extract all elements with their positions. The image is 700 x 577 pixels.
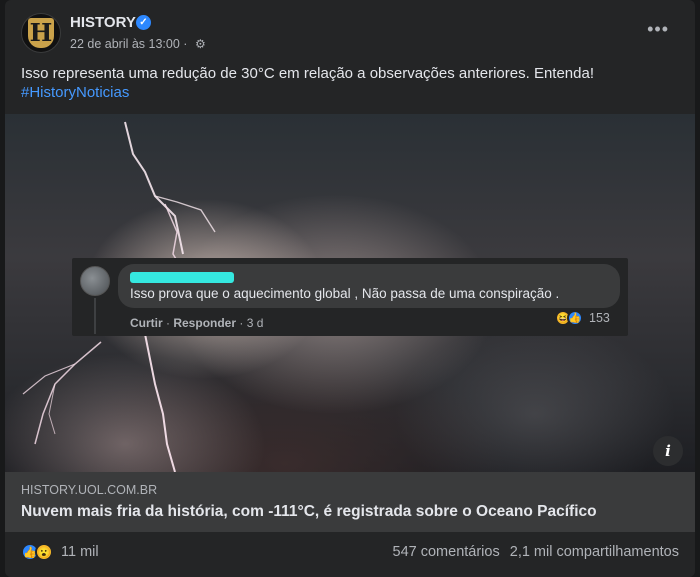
thread-line (94, 298, 96, 334)
comment-age: · 3 d (236, 316, 264, 330)
link-preview[interactable]: HISTORY.UOL.COM.BR Nuvem mais fria da hi… (5, 472, 695, 532)
comment-bubble: Isso prova que o aquecimento global , Nã… (118, 264, 620, 308)
post-image[interactable]: Isso prova que o aquecimento global , Nã… (5, 114, 695, 472)
link-domain: HISTORY.UOL.COM.BR (21, 483, 158, 497)
redacted-username (130, 272, 234, 283)
gear-icon: ⚙ (195, 37, 206, 51)
post-card: H HISTORY ✓ 22 de abril às 13:00 · ⚙ •••… (5, 0, 695, 577)
page-name[interactable]: HISTORY (70, 14, 136, 31)
link-title: Nuvem mais fria da história, com -111°C,… (21, 503, 597, 520)
commenter-avatar[interactable] (80, 266, 110, 296)
embedded-comment: Isso prova que o aquecimento global , Nã… (72, 258, 628, 336)
post-reactions[interactable]: 👍 😮 11 mil (21, 543, 99, 561)
history-logo: H (28, 18, 54, 48)
shares-count[interactable]: 2,1 mil compartilhamentos (510, 544, 679, 560)
reactions-count: 11 mil (61, 544, 99, 560)
comment-reactions[interactable]: 😆 👍 153 (555, 308, 610, 328)
post-body-text: Isso representa uma redução de 30°C em r… (21, 65, 594, 82)
post-text: Isso representa uma redução de 30°C em r… (21, 64, 681, 102)
page-avatar[interactable]: H (21, 13, 61, 53)
comment-separator: · (162, 316, 174, 330)
info-icon[interactable]: i (653, 436, 683, 466)
comments-count[interactable]: 547 comentários (393, 544, 500, 560)
comment-actions: Curtir · Responder · 3 d (130, 316, 263, 330)
comment-text: Isso prova que o aquecimento global , Nã… (130, 286, 560, 301)
post-timestamp[interactable]: 22 de abril às 13:00 · (70, 37, 187, 51)
more-options-button[interactable]: ••• (647, 20, 669, 38)
wow-reaction-icon: 😮 (35, 543, 53, 561)
post-footer: 👍 😮 11 mil 547 comentários 2,1 mil compa… (5, 532, 695, 577)
post-stats: 547 comentários 2,1 mil compartilhamento… (393, 544, 679, 560)
comment-reaction-count: 153 (589, 311, 610, 325)
hashtag-link[interactable]: #HistoryNoticias (21, 84, 129, 101)
comment-like-button[interactable]: Curtir (130, 316, 163, 330)
like-reaction-icon: 👍 (567, 310, 583, 326)
post-header: H HISTORY ✓ 22 de abril às 13:00 · ⚙ ••• (5, 0, 695, 58)
verified-badge-icon: ✓ (136, 15, 151, 30)
comment-reply-button[interactable]: Responder (173, 316, 236, 330)
